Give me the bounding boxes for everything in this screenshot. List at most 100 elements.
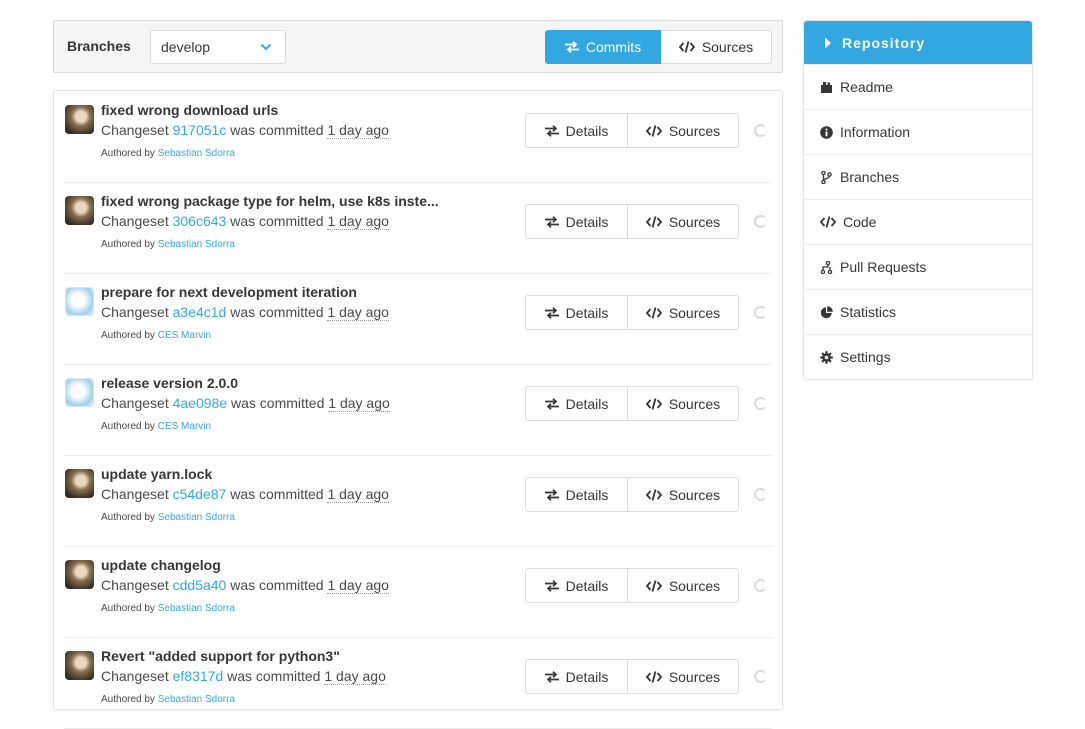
details-button[interactable]: Details	[525, 568, 628, 603]
changeset-title: update yarn.lock	[101, 466, 213, 482]
changeset-hash-link[interactable]: a3e4c1d	[173, 304, 227, 320]
authored-by-label: Authored by	[101, 421, 155, 432]
changeset-button-group: Details Sources	[525, 386, 739, 421]
nav-item-branches[interactable]: Branches	[804, 154, 1032, 199]
changeset-date: 1 day ago	[327, 213, 389, 230]
changeset-row: update yarn.lock Changeset c54de87 was co…	[64, 456, 772, 547]
sources-label: Sources	[668, 122, 721, 139]
author-avatar	[65, 287, 94, 316]
details-button[interactable]: Details	[525, 386, 628, 421]
authored-by-label: Authored by	[101, 148, 155, 159]
changeset-hash-link[interactable]: 917051c	[173, 122, 227, 138]
repository-nav-header[interactable]: Repository	[804, 21, 1032, 64]
changeset-list: fixed wrong download urls Changeset 91705…	[53, 90, 783, 729]
changeset-author-line: Authored by Sebastian Sdorra	[101, 512, 235, 523]
author-avatar	[65, 378, 94, 407]
changeset-date: 1 day ago	[327, 577, 389, 594]
changeset-prefix: Changeset	[101, 122, 169, 138]
changeset-title: Revert "added support for python3"	[101, 648, 340, 664]
changeset-author-line: Authored by Sebastian Sdorra	[101, 603, 235, 614]
nav-item-label: Settings	[840, 349, 891, 365]
changeset-summary: Changeset ef8317d was committed 1 day ag…	[101, 668, 386, 685]
author-link[interactable]: Sebastian Sdorra	[158, 603, 235, 614]
changeset-button-group: Details Sources	[525, 204, 739, 239]
exchange-icon	[544, 124, 559, 137]
code-icon	[645, 124, 662, 137]
loading-spinner-icon	[754, 215, 767, 228]
details-label: Details	[565, 486, 609, 503]
author-link[interactable]: Sebastian Sdorra	[158, 239, 235, 250]
caret-right-icon	[824, 37, 832, 49]
sources-button[interactable]: Sources	[628, 477, 739, 512]
nav-item-pull-requests[interactable]: Pull Requests	[804, 244, 1032, 289]
branch-toolbar: Branches develop Commits Sources	[53, 20, 783, 73]
changeset-hash-link[interactable]: cdd5a40	[173, 577, 227, 593]
author-link[interactable]: CES Marvin	[158, 421, 211, 432]
changeset-committed-text: was committed	[230, 122, 324, 138]
nav-item-information[interactable]: Information	[804, 109, 1032, 154]
sources-label: Sources	[668, 486, 721, 503]
changeset-prefix: Changeset	[101, 668, 169, 684]
changeset-prefix: Changeset	[101, 577, 169, 593]
details-label: Details	[565, 304, 609, 321]
sources-button[interactable]: Sources	[628, 295, 739, 330]
changeset-summary: Changeset 4ae098e was committed 1 day ag…	[101, 395, 390, 412]
changeset-committed-text: was committed	[230, 577, 324, 593]
details-button[interactable]: Details	[525, 204, 628, 239]
sources-button[interactable]: Sources	[628, 386, 739, 421]
sources-button[interactable]: Sources	[628, 204, 739, 239]
sources-button[interactable]: Sources	[628, 568, 739, 603]
changeset-author-line: Authored by Sebastian Sdorra	[101, 694, 235, 705]
loading-spinner-icon	[754, 306, 767, 319]
changeset-button-group: Details Sources	[525, 568, 739, 603]
changeset-author-line: Authored by CES Marvin	[101, 330, 211, 341]
changeset-author-line: Authored by Sebastian Sdorra	[101, 239, 235, 250]
nav-item-label: Code	[843, 214, 877, 230]
exchange-icon	[544, 579, 559, 592]
code-icon	[645, 579, 662, 592]
info-icon	[820, 125, 833, 139]
nav-item-statistics[interactable]: Statistics	[804, 289, 1032, 334]
nav-item-code[interactable]: Code	[804, 199, 1032, 244]
author-link[interactable]: Sebastian Sdorra	[158, 694, 235, 705]
changeset-committed-text: was committed	[227, 668, 321, 684]
changeset-hash-link[interactable]: 306c643	[173, 213, 227, 229]
changeset-committed-text: was committed	[230, 213, 324, 229]
authored-by-label: Authored by	[101, 239, 155, 250]
changeset-date: 1 day ago	[327, 122, 389, 139]
details-button[interactable]: Details	[525, 113, 628, 148]
exchange-icon	[544, 306, 559, 319]
nav-item-label: Information	[840, 124, 911, 140]
author-avatar	[65, 105, 94, 134]
author-link[interactable]: Sebastian Sdorra	[158, 512, 235, 523]
authored-by-label: Authored by	[101, 512, 155, 523]
nav-item-settings[interactable]: Settings	[804, 334, 1032, 379]
author-avatar	[65, 196, 94, 225]
sources-toggle-button[interactable]: Sources	[661, 30, 772, 64]
nav-item-readme[interactable]: Readme	[804, 64, 1032, 109]
details-label: Details	[565, 577, 609, 594]
author-link[interactable]: Sebastian Sdorra	[158, 148, 235, 159]
code-icon	[678, 41, 695, 53]
authored-by-label: Authored by	[101, 330, 155, 341]
branch-select[interactable]: develop	[150, 30, 286, 64]
sources-label: Sources	[668, 395, 721, 412]
sources-label: Sources	[668, 577, 721, 594]
changeset-hash-link[interactable]: ef8317d	[173, 668, 224, 684]
author-link[interactable]: CES Marvin	[158, 330, 211, 341]
commits-toggle-button[interactable]: Commits	[545, 30, 661, 64]
details-button[interactable]: Details	[525, 477, 628, 512]
pie-chart-icon	[820, 305, 833, 319]
changeset-row: update changelog Changeset cdd5a40 was co…	[64, 547, 772, 638]
loading-spinner-icon	[754, 124, 767, 137]
sources-button[interactable]: Sources	[628, 113, 739, 148]
details-button[interactable]: Details	[525, 295, 628, 330]
changeset-hash-link[interactable]: 4ae098e	[173, 395, 228, 411]
changeset-row: fixed wrong package type for helm, use k…	[64, 183, 772, 274]
changeset-hash-link[interactable]: c54de87	[173, 486, 227, 502]
branches-label: Branches	[67, 38, 131, 54]
changeset-title: fixed wrong package type for helm, use k…	[101, 193, 439, 209]
authored-by-label: Authored by	[101, 694, 155, 705]
repository-nav-title: Repository	[842, 34, 926, 51]
gear-icon	[820, 350, 833, 364]
